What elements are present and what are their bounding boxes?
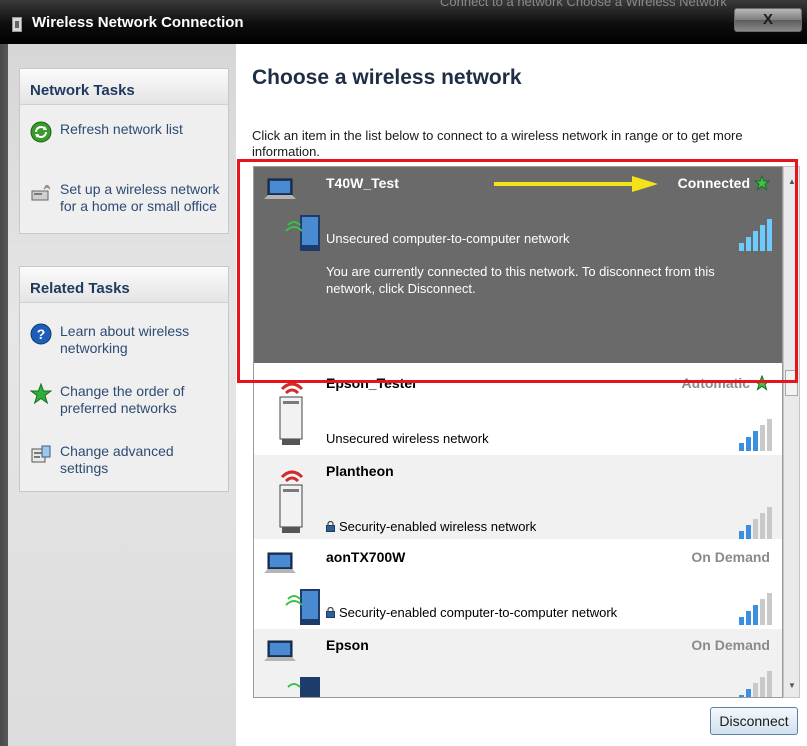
network-item-plantheon[interactable]: Plantheon Security-enabled wireless netw… — [254, 455, 782, 539]
network-tasks-panel: Network Tasks Refresh network list Set u… — [19, 68, 229, 234]
refresh-icon — [30, 121, 52, 143]
task-label: Change the order of preferred networks — [60, 383, 185, 416]
signal-strength-icon — [739, 593, 772, 625]
settings-icon — [31, 445, 51, 463]
computer-to-computer-icon — [264, 640, 320, 697]
related-tasks-header: Related Tasks — [20, 267, 228, 303]
network-status: On Demand — [691, 549, 770, 565]
signal-strength-icon — [739, 419, 772, 451]
svg-text:?: ? — [37, 326, 46, 342]
annotation-highlight-box — [237, 159, 798, 383]
lock-icon — [326, 607, 335, 618]
related-tasks-panel: Related Tasks ? Learn about wireless net… — [19, 266, 229, 492]
page-title: Choose a wireless network — [252, 66, 522, 89]
signal-strength-icon — [739, 507, 772, 539]
page-description: Click an item in the list below to conne… — [252, 128, 743, 158]
disconnect-button[interactable]: Disconnect — [710, 707, 798, 735]
network-type-label: Security-enabled computer-to-computer ne… — [339, 605, 618, 620]
lock-icon — [326, 521, 335, 532]
app-icon — [12, 17, 22, 32]
network-name: aonTX700W — [326, 549, 406, 565]
help-icon: ? — [30, 323, 52, 345]
task-label: Refresh network list — [60, 121, 183, 137]
network-item-epson[interactable]: Epson On Demand — [254, 629, 782, 697]
signal-strength-icon — [739, 671, 772, 697]
network-status: On Demand — [691, 637, 770, 653]
setup-network-icon — [31, 184, 51, 201]
network-name: Plantheon — [326, 463, 394, 479]
network-item-aontx700w[interactable]: aonTX700W On Demand Security-enabled com… — [254, 541, 782, 627]
computer-to-computer-icon — [264, 552, 320, 625]
window-title: Wireless Network Connection — [32, 14, 244, 31]
close-button[interactable]: X — [734, 8, 802, 32]
background-window-text: Connect to a network Choose a Wireless N… — [440, 0, 727, 9]
left-pane-inner: Network Tasks Refresh network list Set u… — [8, 44, 236, 746]
task-label: Learn about wireless networking — [60, 323, 190, 356]
annotation-arrow-icon — [494, 176, 658, 192]
title-bar: Connect to a network Choose a Wireless N… — [0, 0, 807, 44]
network-type: Security-enabled computer-to-computer ne… — [326, 605, 617, 620]
scroll-down-icon[interactable]: ▼ — [788, 681, 796, 690]
task-label: Set up a wireless network for a home or … — [60, 181, 220, 214]
wireless-router-icon — [279, 470, 304, 533]
network-type: Security-enabled wireless network — [326, 519, 536, 534]
network-type-label: Security-enabled wireless network — [339, 519, 537, 534]
network-name: Epson — [326, 637, 369, 653]
star-icon — [30, 383, 52, 405]
network-tasks-header: Network Tasks — [20, 69, 228, 105]
network-type: Unsecured wireless network — [326, 431, 489, 446]
task-label: Change advanced settings — [60, 443, 174, 476]
left-pane: Network Tasks Refresh network list Set u… — [0, 44, 236, 746]
wireless-router-icon — [279, 382, 304, 445]
